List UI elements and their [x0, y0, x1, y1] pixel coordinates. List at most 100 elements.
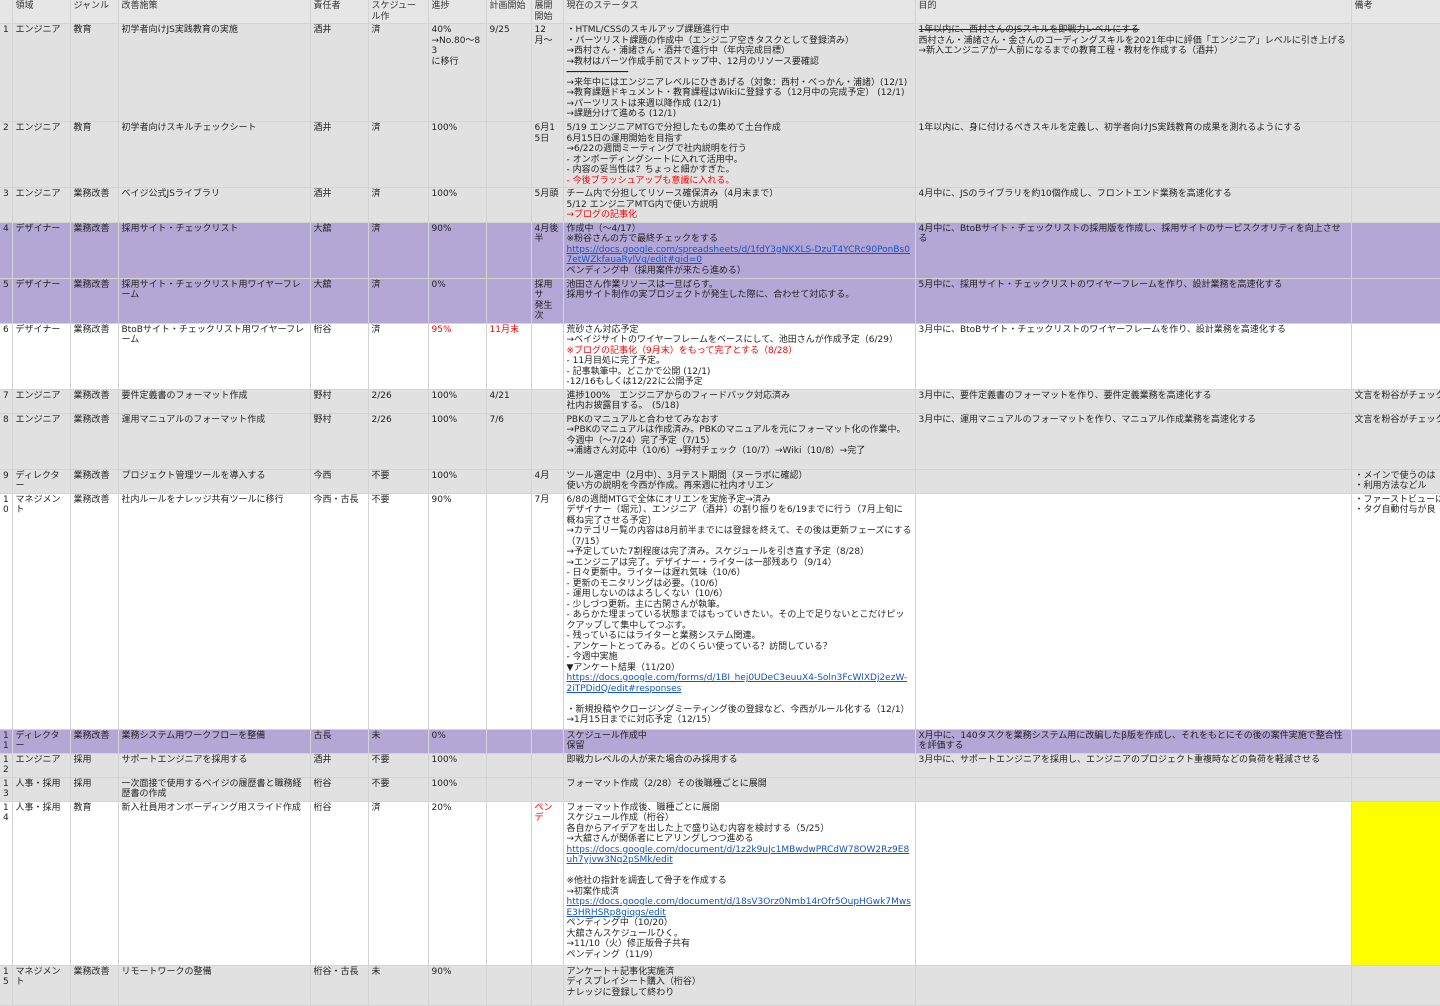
cell-genre[interactable]: 教育 [70, 23, 119, 122]
cell-genre[interactable]: 教育 [70, 121, 119, 188]
row-number[interactable]: 4 [0, 222, 13, 279]
cell-tenkai[interactable]: 採用サ 発生次 [531, 278, 564, 324]
cell-note[interactable] [1351, 729, 1440, 754]
status-line[interactable]: https://docs.google.com/forms/d/1BI_hej0… [567, 673, 912, 694]
cell-progress[interactable]: 90% [428, 222, 487, 279]
cell-purpose[interactable]: 3月中に、運用マニュアルのフォーマットを作り、マニュアル作成業務を高速化する [915, 413, 1352, 470]
cell-tenkai[interactable]: 4月後半 [531, 222, 564, 279]
row-number[interactable]: 7 [0, 389, 13, 414]
header-cell[interactable] [0, 0, 13, 24]
cell-kaizen[interactable]: BtoBサイト・チェックリスト用ワイヤーフレーム [118, 323, 311, 390]
cell-plan[interactable] [486, 187, 532, 223]
status-line[interactable]: https://docs.google.com/document/d/18sV3… [567, 897, 912, 918]
cell-purpose[interactable]: 1年以内に、西村さんのJSスキルを即戦力レベルにする 西村さん・浦諸さん・金さんの… [915, 23, 1352, 122]
cell-note[interactable]: ・メインで使うのは ・利用方法などル [1351, 469, 1440, 494]
cell-schedule[interactable]: 済 [368, 323, 429, 390]
cell-schedule[interactable]: 2/26 [368, 413, 429, 470]
cell-purpose[interactable]: 1年以内に、身に付けるべきスキルを定義し、初学者向けJS実践教育の成果を測れるよ… [915, 121, 1352, 188]
cell-status[interactable]: 6/8の週間MTGで全体にオリエンを実施予定→済み デザイナー（堀元）、エンジニア… [563, 493, 916, 730]
cell-kaizen[interactable]: 要件定義書のフォーマット作成 [118, 389, 311, 414]
cell-tenkai[interactable] [531, 729, 564, 754]
cell-kaizen[interactable]: 初学者向けスキルチェックシート [118, 121, 311, 188]
cell-ryoiki[interactable]: デザイナー [12, 278, 71, 324]
cell-progress[interactable]: 100% [428, 777, 487, 802]
cell-kaizen[interactable]: 採用サイト・チェックリスト [118, 222, 311, 279]
cell-kaizen[interactable]: プロジェクト管理ツールを導入する [118, 469, 311, 494]
status-line[interactable]: https://docs.google.com/document/d/1z2k9… [567, 845, 912, 866]
cell-plan[interactable] [486, 222, 532, 279]
row-number[interactable]: 13 [0, 777, 13, 802]
cell-owner[interactable]: 酒井 [310, 121, 369, 188]
cell-owner[interactable]: 大舘 [310, 278, 369, 324]
cell-ryoiki[interactable]: 人事・採用 [12, 801, 71, 966]
cell-plan[interactable] [486, 493, 532, 730]
cell-progress[interactable]: 100% [428, 187, 487, 223]
cell-tenkai[interactable] [531, 965, 564, 1006]
cell-ryoiki[interactable]: エンジニア [12, 23, 71, 122]
cell-owner[interactable]: 桁谷 [310, 323, 369, 390]
cell-note[interactable]: 文言を粉谷がチェック [1351, 413, 1440, 470]
cell-schedule[interactable]: 済 [368, 121, 429, 188]
cell-purpose[interactable]: 4月中に、BtoBサイト・チェックリストの採用版を作成し、採用サイトのサービスク… [915, 222, 1352, 279]
cell-tenkai[interactable] [531, 753, 564, 778]
cell-status[interactable]: フォーマット作成後、職種ごとに展開 スケジュール作成（桁谷） 各自からアイデアを出し… [563, 801, 916, 966]
cell-tenkai[interactable] [531, 777, 564, 802]
cell-owner[interactable]: 野村 [310, 413, 369, 470]
cell-genre[interactable]: 採用 [70, 753, 119, 778]
cell-schedule[interactable]: 未 [368, 965, 429, 1006]
cell-progress[interactable]: 0% [428, 729, 487, 754]
cell-tenkai[interactable] [531, 389, 564, 414]
cell-plan[interactable]: 11月末 [486, 323, 532, 390]
row-number[interactable]: 11 [0, 729, 13, 754]
header-cell[interactable]: 責任者 [310, 0, 369, 24]
row-number[interactable]: 5 [0, 278, 13, 324]
header-cell[interactable]: 改善施策 [118, 0, 311, 24]
header-cell[interactable]: ジャンル [70, 0, 119, 24]
cell-owner[interactable]: 今西・古長 [310, 493, 369, 730]
cell-owner[interactable]: 酒井 [310, 187, 369, 223]
cell-purpose[interactable] [915, 493, 1352, 730]
cell-genre[interactable]: 業務改善 [70, 729, 119, 754]
cell-progress[interactable]: 20% [428, 801, 487, 966]
cell-kaizen[interactable]: 一次面接で使用するベイジの履歴書と職務経歴書の作成 [118, 777, 311, 802]
cell-kaizen[interactable]: 新入社員用オンボーディング用スライド作成 [118, 801, 311, 966]
cell-ryoiki[interactable]: エンジニア [12, 753, 71, 778]
cell-plan[interactable] [486, 753, 532, 778]
row-number[interactable]: 2 [0, 121, 13, 188]
cell-progress[interactable]: 90% [428, 965, 487, 1006]
cell-status[interactable]: PBKのマニュアルと合わせてみなおす →PBKのマニュアルは作成済み。PBKのマニ… [563, 413, 916, 470]
cell-ryoiki[interactable]: エンジニア [12, 187, 71, 223]
cell-status[interactable]: チーム内で分担してリソース確保済み（4月末まで） 5/12 エンジニアMTG内で使… [563, 187, 916, 223]
row-number[interactable]: 6 [0, 323, 13, 390]
cell-kaizen[interactable]: サポートエンジニアを採用する [118, 753, 311, 778]
cell-progress[interactable]: 0% [428, 278, 487, 324]
cell-progress[interactable]: 100% [428, 753, 487, 778]
cell-kaizen[interactable]: 運用マニュアルのフォーマット作成 [118, 413, 311, 470]
cell-ryoiki[interactable]: エンジニア [12, 121, 71, 188]
cell-owner[interactable]: 桁谷 [310, 777, 369, 802]
cell-kaizen[interactable]: ベイジ公式JSライブラリ [118, 187, 311, 223]
cell-genre[interactable]: 業務改善 [70, 469, 119, 494]
cell-genre[interactable]: 業務改善 [70, 222, 119, 279]
cell-note[interactable] [1351, 23, 1440, 122]
header-cell[interactable]: 現在のステータス [563, 0, 916, 24]
cell-genre[interactable]: 採用 [70, 777, 119, 802]
row-number[interactable]: 10 [0, 493, 13, 730]
cell-genre[interactable]: 業務改善 [70, 389, 119, 414]
cell-schedule[interactable]: 不要 [368, 469, 429, 494]
cell-owner[interactable]: 桁谷 [310, 801, 369, 966]
cell-purpose[interactable]: 5月中に、採用サイト・チェックリストのワイヤーフレームを作り、設計業務を高速化す… [915, 278, 1352, 324]
cell-tenkai[interactable]: 7月 [531, 493, 564, 730]
cell-owner[interactable]: 酒井 [310, 23, 369, 122]
cell-schedule[interactable]: 不要 [368, 493, 429, 730]
cell-ryoiki[interactable]: ディレクター [12, 729, 71, 754]
status-line[interactable]: https://docs.google.com/spreadsheets/d/1… [567, 245, 912, 266]
cell-plan[interactable]: 9/25 [486, 23, 532, 122]
cell-status[interactable]: ツール選定中（2月中）、3月テスト期間（ヌーラボに確認） 使い方の説明を今西が作成… [563, 469, 916, 494]
cell-note[interactable] [1351, 278, 1440, 324]
cell-owner[interactable]: 酒井 [310, 753, 369, 778]
cell-progress[interactable]: 100% [428, 413, 487, 470]
cell-ryoiki[interactable]: ディレクター [12, 469, 71, 494]
cell-tenkai[interactable] [531, 323, 564, 390]
cell-purpose[interactable] [915, 801, 1352, 966]
